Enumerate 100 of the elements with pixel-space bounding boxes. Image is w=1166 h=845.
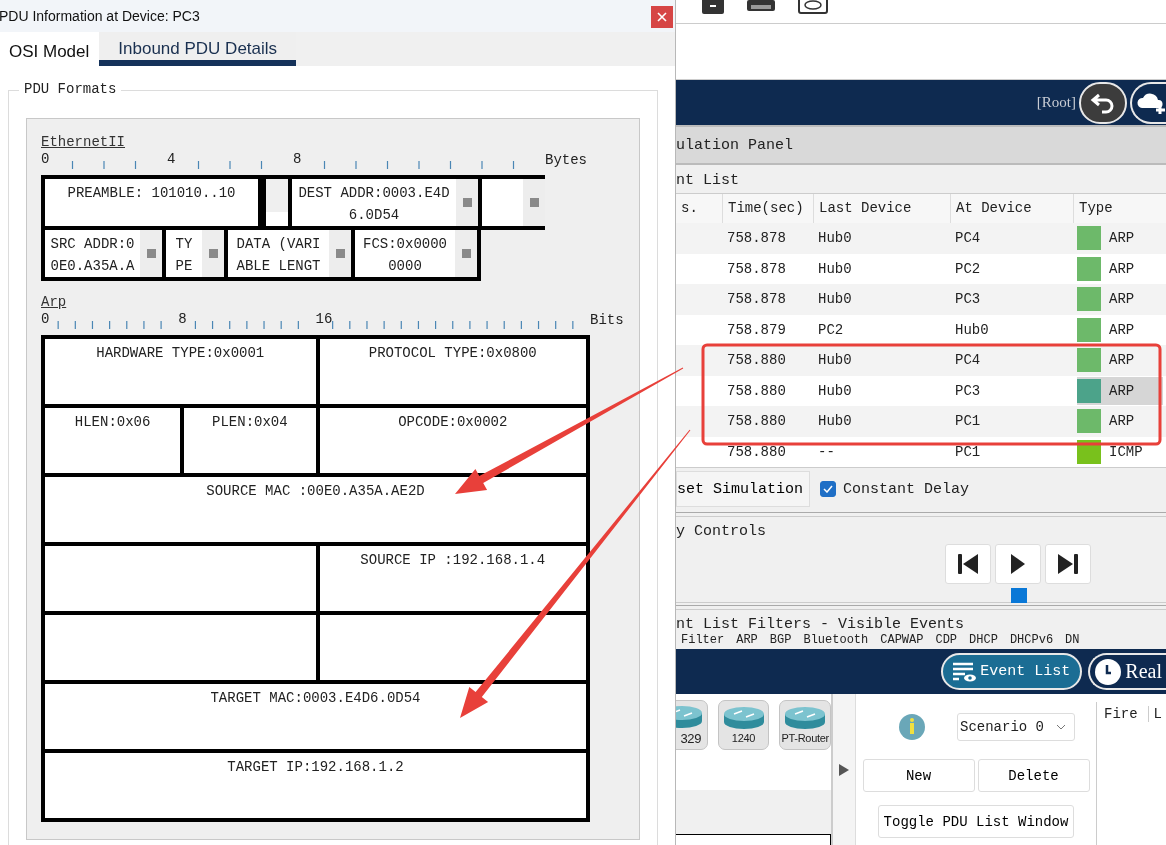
- table-cell-text: PC3: [954, 382, 982, 399]
- field-text: SOURCE MAC :00E0.A35A.AE2D: [206, 483, 425, 499]
- speed-slider[interactable]: [676, 588, 1166, 603]
- scenario-button[interactable]: New: [862, 759, 975, 792]
- scrollbar[interactable]: [202, 230, 224, 277]
- tab[interactable]: OSI Model: [0, 32, 100, 66]
- table-cell-text: 758.880: [726, 352, 787, 369]
- type-cell[interactable]: ARP: [1077, 407, 1163, 436]
- field-text: PLEN:0x04: [212, 414, 288, 430]
- collapse-handle[interactable]: [831, 694, 856, 845]
- filter-item[interactable]: DN: [1065, 634, 1080, 647]
- scrollbar[interactable]: [140, 230, 162, 277]
- event-row[interactable]: 758.878 Hub0 PC4 ARP: [676, 223, 1166, 254]
- table-cell-text: PC2: [817, 321, 845, 338]
- table-cell-text: PC1: [954, 413, 982, 430]
- type-text: ARP: [1109, 291, 1135, 308]
- section-title: EthernetII: [41, 133, 125, 151]
- field-text: DATA (VARIABLE LENGT: [236, 235, 321, 276]
- type-cell[interactable]: ICMP: [1077, 437, 1163, 466]
- scrollbar[interactable]: [329, 230, 351, 277]
- table-cell-text: 758.878: [726, 230, 787, 247]
- field-text: SRC ADDR:00E0.A35A.A: [50, 235, 135, 276]
- section-title: Arp: [41, 293, 67, 311]
- table-cell-text: Hub0: [817, 382, 853, 399]
- router-icon: [783, 706, 828, 730]
- table-cell-text: 758.878: [726, 260, 787, 277]
- field-text: TYPE: [175, 235, 193, 276]
- device-tile[interactable]: 1240: [717, 700, 770, 750]
- info-icon[interactable]: [897, 712, 927, 742]
- type-cell[interactable]: ARP: [1077, 224, 1163, 253]
- type-cell[interactable]: ARP: [1077, 285, 1163, 314]
- type-text: ARP: [1109, 413, 1135, 430]
- close-icon: [657, 12, 667, 22]
- type-text: ARP: [1109, 321, 1135, 338]
- skip-forward-icon: [1056, 553, 1080, 575]
- event-row[interactable]: 758.878 Hub0 PC3 ARP: [676, 284, 1166, 315]
- type-text: ARP: [1109, 352, 1135, 369]
- table-cell-text: Hub0: [817, 260, 853, 277]
- type-cell[interactable]: ARP: [1077, 254, 1163, 283]
- ruler-label: 4: [167, 151, 176, 167]
- router-icon: [721, 706, 766, 730]
- scrollbar[interactable]: [455, 230, 477, 277]
- play-button[interactable]: [995, 544, 1041, 584]
- filter-item[interactable]: DHCPv6: [1009, 634, 1054, 647]
- checkbox-label: Constant Delay: [843, 480, 970, 498]
- type-text: ICMP: [1109, 443, 1143, 460]
- table-cell-text: PC1: [954, 443, 982, 460]
- event-row[interactable]: 758.880 Hub0 PC4 ARP: [676, 345, 1166, 376]
- table-cell-text: Hub0: [954, 321, 990, 338]
- table-cell-text: Hub0: [817, 352, 853, 369]
- filter-item[interactable]: Filter: [681, 634, 725, 647]
- field-text: SOURCE IP :192.168.1.4: [360, 552, 546, 568]
- scrollbar[interactable]: [523, 179, 545, 226]
- filter-item[interactable]: DHCP: [969, 634, 998, 647]
- back-button[interactable]: [1079, 81, 1127, 124]
- back-step-button[interactable]: [945, 544, 991, 584]
- mode-button[interactable]: Real: [1088, 653, 1166, 690]
- field-text: HLEN:0x06: [74, 414, 151, 430]
- scrollbar[interactable]: [456, 179, 478, 226]
- filter-item[interactable]: BGP: [769, 634, 792, 647]
- filter-item[interactable]: ARP: [736, 634, 758, 647]
- clock-icon: [1094, 657, 1123, 686]
- mode-button[interactable]: Event List: [941, 653, 1083, 690]
- close-button[interactable]: [651, 6, 673, 28]
- column-header: s.: [680, 199, 699, 218]
- filter-item[interactable]: CDP: [935, 634, 958, 647]
- switch-icon[interactable]: [746, 0, 776, 12]
- table-cell-text: Hub0: [817, 291, 853, 308]
- filter-item[interactable]: Bluetooth: [803, 634, 869, 647]
- filter-item[interactable]: CAPWAP: [880, 634, 924, 647]
- toggle-pdu-list-button[interactable]: Toggle PDU List Window: [877, 805, 1075, 838]
- scenario-dropdown[interactable]: Scenario 0: [957, 713, 1075, 741]
- table-cell-text: PC4: [954, 352, 982, 369]
- ruler-label: 0: [41, 151, 50, 167]
- list-icon: [951, 660, 978, 683]
- field-text: HARDWARE TYPE:0x0001: [96, 345, 265, 361]
- table-cell-text: 758.880: [726, 443, 787, 460]
- type-cell[interactable]: ARP: [1077, 346, 1163, 375]
- ruler-unit: Bytes: [545, 151, 587, 169]
- check-icon: [823, 485, 834, 493]
- scenario-button[interactable]: Delete: [977, 759, 1090, 792]
- breadcrumb: [Root]: [1036, 94, 1076, 111]
- slider-thumb[interactable]: [1011, 588, 1027, 603]
- device-tile[interactable]: 329: [676, 700, 708, 750]
- cloud-button[interactable]: [1130, 81, 1166, 124]
- event-row[interactable]: 758.880 Hub0 PC1 ARP: [676, 406, 1166, 437]
- type-cell[interactable]: ARP: [1077, 315, 1163, 344]
- table-cell-text: PC2: [954, 260, 982, 277]
- type-cell[interactable]: ARP: [1077, 376, 1163, 405]
- checkbox[interactable]: [820, 481, 837, 497]
- forward-step-button[interactable]: [1045, 544, 1091, 584]
- panel-title: ulation Panel: [676, 136, 794, 154]
- field-text: TARGET IP:192.168.1.2: [227, 759, 404, 775]
- device-tile[interactable]: PT-Router: [779, 700, 831, 750]
- ruler-label: 0: [41, 311, 50, 327]
- device-icon[interactable]: [702, 0, 724, 16]
- table-cell-text: 758.879: [726, 321, 787, 338]
- expand-arrow-icon: [838, 762, 850, 777]
- reset-simulation-button[interactable]: set Simulation: [676, 471, 811, 507]
- back-arrow-icon: [1090, 91, 1116, 114]
